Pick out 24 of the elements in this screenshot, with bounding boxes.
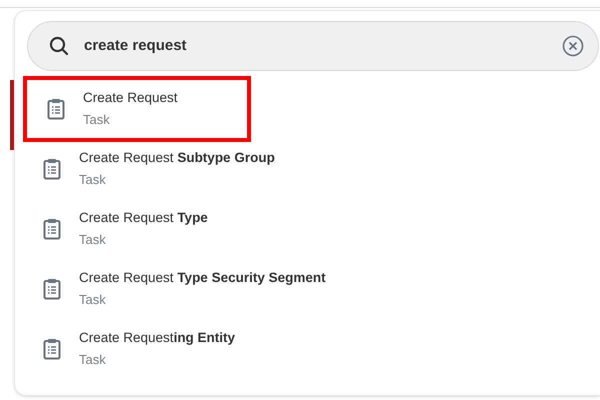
- clipboard-icon: [43, 158, 61, 180]
- clipboard-icon: [43, 338, 61, 360]
- clipboard-icon: [43, 278, 61, 300]
- search-icon: [49, 36, 69, 56]
- result-title: Create Request Type Security Segment: [79, 269, 326, 288]
- clipboard-icon: [47, 98, 65, 120]
- search-input[interactable]: create request: [84, 34, 562, 58]
- result-type: Task: [79, 351, 107, 370]
- search-field[interactable]: create request: [27, 21, 599, 71]
- result-title: Create Request Subtype Group: [79, 149, 275, 168]
- clear-icon[interactable]: [562, 35, 584, 57]
- result-title: Create Request Type: [79, 209, 208, 228]
- result-type: Task: [83, 111, 111, 130]
- result-item[interactable]: Create Request Task: [23, 76, 251, 142]
- result-title: Create Requesting Entity: [79, 329, 236, 348]
- result-type: Task: [79, 231, 107, 250]
- result-type: Task: [79, 171, 107, 190]
- result-title: Create Request: [83, 89, 178, 108]
- result-item[interactable]: Create Request Subtype Group Task: [23, 139, 275, 199]
- result-item[interactable]: Create Requesting Entity Task: [23, 319, 251, 379]
- result-item[interactable]: Create Request Type Task: [23, 199, 251, 259]
- result-type: Task: [79, 291, 107, 310]
- result-item[interactable]: Create Request Type Security Segment Task: [23, 259, 326, 319]
- clipboard-icon: [43, 218, 61, 240]
